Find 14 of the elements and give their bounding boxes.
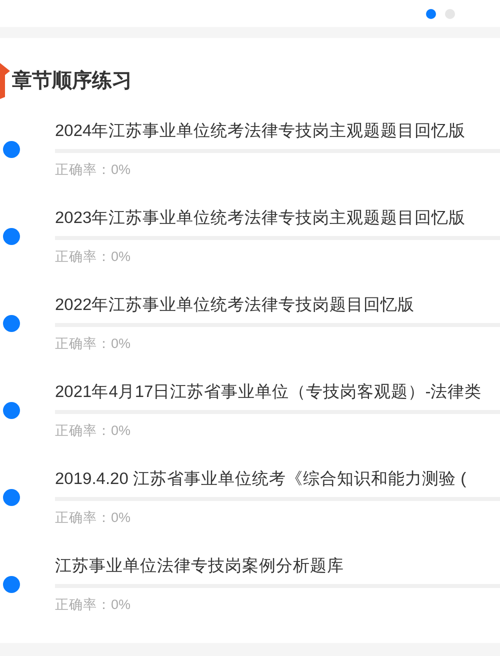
chapter-title[interactable]: 2024年江苏事业单位统考法律专技岗主观题题目回忆版: [55, 120, 500, 140]
chapter-title[interactable]: 江苏事业单位法律专技岗案例分析题库: [55, 556, 500, 576]
accuracy-text: 正确率：0%: [55, 160, 132, 178]
accuracy-text: 正确率：0%: [55, 248, 132, 266]
accuracy-text: 正确率：0%: [55, 334, 132, 352]
chapter-title[interactable]: 2022年江苏事业单位统考法律专技岗题目回忆版: [55, 294, 500, 314]
chapter-title[interactable]: 2019.4.20 江苏省事业单位统考《综合知识和能力测验 (: [55, 468, 500, 488]
chapter-title[interactable]: 2021年4月17日江苏省事业单位（专技岗客观题）-法律类: [55, 382, 500, 402]
section-title: 章节顺序练习: [12, 68, 132, 94]
accuracy-text: 正确率：0%: [55, 422, 132, 440]
accuracy-text: 正确率：0%: [55, 596, 132, 614]
accuracy-text: 正确率：0%: [55, 508, 132, 526]
chapter-title[interactable]: 2023年江苏事业单位统考法律专技岗主观题题目回忆版: [55, 208, 500, 228]
badge-icon: [0, 61, 10, 101]
